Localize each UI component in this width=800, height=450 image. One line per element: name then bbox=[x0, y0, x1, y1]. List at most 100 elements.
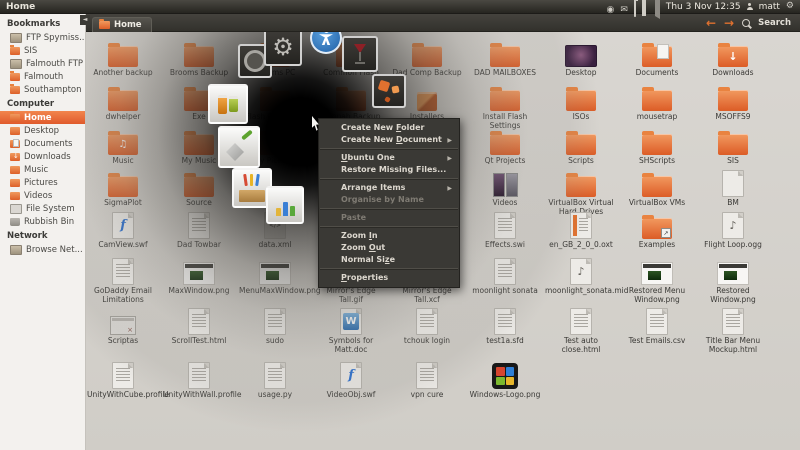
file-flight-loop-ogg[interactable]: ♪Flight Loop.ogg bbox=[696, 211, 770, 250]
sidebar-item-downloads[interactable]: Downloads bbox=[0, 150, 85, 163]
file-dad-towbar[interactable]: Dad Towbar bbox=[162, 211, 236, 250]
file-msoffs9[interactable]: MSOFFS9 bbox=[696, 83, 770, 122]
sidebar-item-southampton[interactable]: Southampton bbox=[0, 83, 85, 96]
sidebar-item-browse-net[interactable]: Browse Net... bbox=[0, 243, 85, 256]
breadcrumb-home-tab[interactable]: Home bbox=[92, 17, 152, 32]
user-icon bbox=[747, 3, 753, 10]
file-effects-swi[interactable]: Effects.swi bbox=[468, 211, 542, 250]
sidebar-item-pictures[interactable]: Pictures bbox=[0, 176, 85, 189]
file-camview-swf[interactable]: fCamView.swf bbox=[86, 211, 160, 250]
file-title-bar-menu-mockup-html[interactable]: Title Bar Menu Mockup.html bbox=[696, 307, 770, 355]
file-isos[interactable]: ISOs bbox=[544, 83, 618, 122]
sidebar-item-home[interactable]: Home bbox=[0, 111, 85, 124]
file-vpn-cure[interactable]: vpn cure bbox=[390, 361, 464, 400]
file-shscripts[interactable]: SHScripts bbox=[620, 127, 694, 166]
sidebar-item-videos[interactable]: Videos bbox=[0, 189, 85, 202]
volume-muted-icon[interactable] bbox=[652, 0, 660, 16]
sidebar-item-sis[interactable]: SIS bbox=[0, 44, 85, 57]
app-menu-title[interactable]: Home bbox=[6, 2, 35, 12]
folder-icon bbox=[108, 169, 138, 197]
file-restored-window-png[interactable]: Restored Window.png bbox=[696, 257, 770, 305]
file-tchouk-login[interactable]: tchouk login bbox=[390, 307, 464, 346]
file-virtualbox-vms[interactable]: VirtualBox VMs bbox=[620, 169, 694, 208]
file-scriptas[interactable]: Scriptas bbox=[86, 307, 160, 346]
file-test-auto-close-html[interactable]: Test auto close.html bbox=[544, 307, 618, 355]
file-brooms-backup[interactable]: Brooms Backup bbox=[162, 39, 236, 78]
file-videos[interactable]: Videos bbox=[468, 169, 542, 208]
file-scripts[interactable]: Scripts bbox=[544, 127, 618, 166]
sidebar-item-file-system[interactable]: File System bbox=[0, 202, 85, 215]
file-moonlight-sonata-mid[interactable]: ♪moonlight_sonata.mid bbox=[544, 257, 618, 296]
sidebar-item-music[interactable]: Music bbox=[0, 163, 85, 176]
folder-icon bbox=[108, 39, 138, 67]
forward-icon[interactable]: → bbox=[724, 17, 734, 29]
network-icon[interactable] bbox=[642, 0, 646, 16]
file-test-emails-csv[interactable]: Test Emails.csv bbox=[620, 307, 694, 346]
menu-item-normal-size[interactable]: Normal Size bbox=[319, 254, 459, 266]
file-another-backup[interactable]: Another backup bbox=[86, 39, 160, 78]
file-flash-gimmicks[interactable]: Flash Gimmicks bbox=[238, 83, 312, 122]
file-mousetrap[interactable]: mousetrap bbox=[620, 83, 694, 122]
file-restored-menu-window-png[interactable]: Restored Menu Window.png bbox=[620, 257, 694, 305]
file-godaddy-email-limitations[interactable]: GoDaddy Email Limitations bbox=[86, 257, 160, 305]
search-label[interactable]: Search bbox=[758, 18, 791, 28]
file-sis[interactable]: SIS bbox=[696, 127, 770, 166]
file-bm[interactable]: BM bbox=[696, 169, 770, 208]
doc-icon bbox=[10, 140, 20, 148]
file-sigmaplot[interactable]: SigmaPlot bbox=[86, 169, 160, 208]
back-icon[interactable]: ← bbox=[706, 17, 716, 29]
file-documents[interactable]: Documents bbox=[620, 39, 694, 78]
file-downloads[interactable]: ↓Downloads bbox=[696, 39, 770, 78]
desktop-icon bbox=[10, 127, 20, 135]
file-sudo[interactable]: sudo bbox=[238, 307, 312, 346]
file-install-flash-settings[interactable]: Install Flash Settings bbox=[468, 83, 542, 131]
menu-item-properties[interactable]: Properties bbox=[319, 272, 459, 284]
sidebar-item-falmouth-ftp[interactable]: Falmouth FTP bbox=[0, 57, 85, 70]
file-examples[interactable]: ↗Examples bbox=[620, 211, 694, 250]
file-desktop[interactable]: Desktop bbox=[544, 39, 618, 78]
sidebar-item-label: Music bbox=[24, 165, 48, 175]
user-menu[interactable]: matt bbox=[759, 2, 780, 12]
battery-icon[interactable] bbox=[634, 0, 636, 16]
sidebar-item-documents[interactable]: Documents bbox=[0, 137, 85, 150]
file-moonlight-sonata[interactable]: moonlight sonata bbox=[468, 257, 542, 296]
sidebar-item-rubbish-bin[interactable]: Rubbish Bin bbox=[0, 215, 85, 228]
file-dad-comp-backup[interactable]: Dad Comp Backup bbox=[390, 39, 464, 78]
sidebar-item-falmouth[interactable]: Falmouth bbox=[0, 70, 85, 83]
indicator-app-icon[interactable]: ◉ bbox=[606, 0, 614, 16]
file-music[interactable]: ♫Music bbox=[86, 127, 160, 166]
text-icon bbox=[188, 361, 210, 389]
file-test1a-sfd[interactable]: test1a.sfd bbox=[468, 307, 542, 346]
file-scrolltest-html[interactable]: ScrollTest.html bbox=[162, 307, 236, 346]
file-virtualbox-virtual-hard-drives[interactable]: VirtualBox Virtual Hard Drives bbox=[544, 169, 618, 217]
menu-item-create-new-document[interactable]: Create New Document▶ bbox=[319, 134, 459, 146]
file-unitywithcube-profile[interactable]: UnityWithCube.profile bbox=[86, 361, 160, 400]
sidebar-collapse-handle[interactable]: ◄ bbox=[80, 15, 90, 25]
file-unitywithwall-profile[interactable]: UnityWithWall.profile bbox=[162, 361, 236, 400]
file-windows-logo-png[interactable]: Windows-Logo.png bbox=[468, 361, 542, 400]
folder-icon bbox=[184, 39, 214, 67]
menu-item-restore-missing-files[interactable]: Restore Missing Files... bbox=[319, 164, 459, 176]
file-menumaxwindow-png[interactable]: MenuMaxWindow.png bbox=[238, 257, 312, 296]
file-qt-projects[interactable]: Qt Projects bbox=[468, 127, 542, 166]
menu-item-ubuntu-one[interactable]: Ubuntu One▶ bbox=[319, 152, 459, 164]
session-gear-icon[interactable]: ⚙ bbox=[786, 2, 794, 11]
sidebar-item-desktop[interactable]: Desktop bbox=[0, 124, 85, 137]
file-source[interactable]: Source bbox=[162, 169, 236, 208]
clock-indicator[interactable]: Thu 3 Nov 12:35 bbox=[666, 2, 741, 12]
mail-icon[interactable]: ✉ bbox=[620, 0, 628, 16]
file-dad-mailboxes[interactable]: DAD MAILBOXES bbox=[468, 39, 542, 78]
file-dwhelper[interactable]: dwhelper bbox=[86, 83, 160, 122]
menu-item-create-new-folder[interactable]: Create New Folder bbox=[319, 122, 459, 134]
file-label: Source bbox=[186, 199, 212, 208]
menu-item-arrange-items[interactable]: Arrange Items▶ bbox=[319, 182, 459, 194]
file-symbols-for-matt-doc[interactable]: WSymbols for Matt.doc bbox=[314, 307, 388, 355]
search-icon[interactable] bbox=[742, 19, 750, 27]
file-maxwindow-png[interactable]: MaxWindow.png bbox=[162, 257, 236, 296]
sidebar-item-ftp-spymiss[interactable]: FTP Spymiss... bbox=[0, 31, 85, 44]
file-videoobj-swf[interactable]: fVideoObj.swf bbox=[314, 361, 388, 400]
file-usage-py[interactable]: usage.py bbox=[238, 361, 312, 400]
file-en-gb-2-0-0-oxt[interactable]: en_GB_2_0_0.oxt bbox=[544, 211, 618, 250]
menu-item-zoom-in[interactable]: Zoom In bbox=[319, 230, 459, 242]
menu-item-zoom-out[interactable]: Zoom Out bbox=[319, 242, 459, 254]
